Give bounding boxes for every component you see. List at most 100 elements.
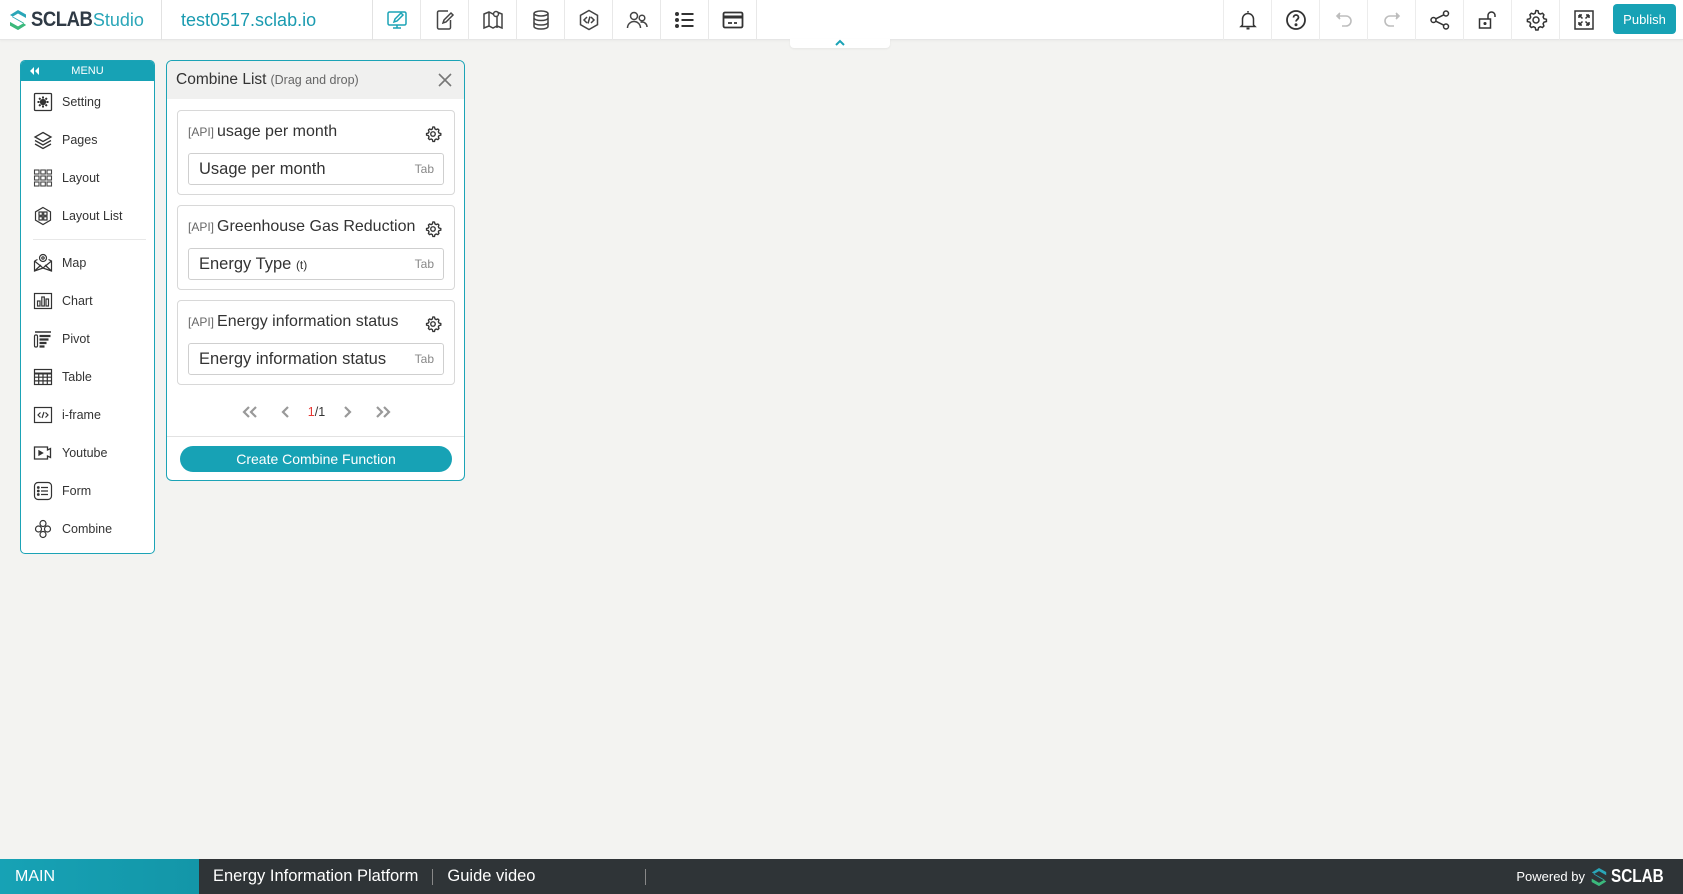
share-button[interactable] <box>1415 0 1463 40</box>
unlock-icon <box>1478 11 1496 29</box>
first-page-button[interactable] <box>239 403 261 421</box>
last-page-button[interactable] <box>372 403 394 421</box>
design-editor-button[interactable] <box>373 0 421 40</box>
menu-item-youtube[interactable]: Youtube <box>21 434 154 472</box>
tab-divider <box>645 868 647 885</box>
menu-item-iframe[interactable]: i-frame <box>21 396 154 434</box>
card-settings-icon[interactable] <box>424 220 442 238</box>
menu-item-label: Table <box>62 370 92 384</box>
notifications-button[interactable] <box>1223 0 1271 40</box>
card-title: [API] Energy information status <box>188 313 418 331</box>
menu-item-label: Layout List <box>62 209 123 223</box>
card-settings-icon[interactable] <box>424 125 442 143</box>
sclab-logo-icon <box>1591 867 1607 886</box>
current-page: 1 <box>307 405 315 419</box>
card-field-value: Usage per month <box>199 160 411 179</box>
top-toolbar: SCLAB Studio test0517.sclab.io Publish <box>0 0 1683 48</box>
form-list-icon <box>33 481 53 501</box>
lock-button[interactable] <box>1463 0 1511 40</box>
menu-item-label: Combine <box>62 522 113 536</box>
billing-button[interactable] <box>709 0 757 40</box>
create-combine-function-button[interactable]: Create Combine Function <box>180 446 452 472</box>
menu-item-combine[interactable]: Combine <box>21 510 154 548</box>
bar-chart-icon <box>33 292 53 310</box>
app-logo[interactable]: SCLAB Studio <box>8 0 162 40</box>
combine-card[interactable]: [API] Energy information status Energy in… <box>177 300 455 385</box>
menu-item-table[interactable]: Table <box>21 358 154 396</box>
prev-page-button[interactable] <box>275 403 297 421</box>
redo-icon <box>1383 12 1400 27</box>
monitor-pen-icon <box>386 11 407 29</box>
menu-item-form[interactable]: Form <box>21 472 154 510</box>
next-page-button[interactable] <box>336 403 358 421</box>
project-domain[interactable]: test0517.sclab.io <box>162 0 373 40</box>
api-tag: [API] <box>188 220 215 234</box>
menu-item-label: Pages <box>62 133 98 147</box>
card-field-value: Energy Type (t) <box>199 255 411 274</box>
help-button[interactable] <box>1271 0 1319 40</box>
menu-item-layout[interactable]: Layout <box>21 159 154 197</box>
settings-button[interactable] <box>1511 0 1559 40</box>
credit-card-icon <box>722 11 743 29</box>
bell-icon <box>1238 11 1257 30</box>
field-value-text: Energy information status <box>199 349 387 368</box>
database-button[interactable] <box>517 0 565 40</box>
code-button[interactable] <box>565 0 613 40</box>
menu-item-label: Pivot <box>62 332 90 346</box>
close-icon[interactable] <box>436 71 454 89</box>
menu-item-layout-list[interactable]: Layout List <box>21 197 154 235</box>
menu-item-map[interactable]: Map <box>21 244 154 282</box>
field-value-unit: (t) <box>295 257 308 272</box>
card-settings-icon[interactable] <box>424 315 442 333</box>
menu-item-label: Setting <box>62 95 101 109</box>
powered-by-label: Powered by <box>1516 869 1585 884</box>
list-button[interactable] <box>661 0 709 40</box>
api-tag: [API] <box>188 315 215 329</box>
undo-icon <box>1335 12 1352 27</box>
menu-item-chart[interactable]: Chart <box>21 282 154 320</box>
users-icon <box>626 11 648 29</box>
panel-header: Combine List (Drag and drop) <box>167 61 464 99</box>
page-tab-energy-information-platform[interactable]: Energy Information Platform <box>199 867 432 886</box>
menu-item-label: i-frame <box>62 408 101 422</box>
card-field[interactable]: Energy information status Tab <box>188 343 444 375</box>
product-name: Studio <box>92 9 144 30</box>
menu-divider <box>33 239 146 240</box>
redo-button[interactable] <box>1367 0 1415 40</box>
page-tab-guide-video[interactable]: Guide video <box>433 867 549 886</box>
collapse-menu-icon[interactable] <box>27 64 41 78</box>
code-hexagon-icon <box>579 9 598 31</box>
field-value-text: Usage per month <box>199 159 326 178</box>
users-button[interactable] <box>613 0 661 40</box>
table-icon <box>33 368 53 386</box>
undo-button[interactable] <box>1319 0 1367 40</box>
combine-card[interactable]: [API] usage per month Usage per month Tab <box>177 110 455 195</box>
help-circle-icon <box>1285 10 1306 30</box>
chevron-right-icon <box>344 406 352 418</box>
menu-item-pages[interactable]: Pages <box>21 121 154 159</box>
panel-subtitle: (Drag and drop) <box>270 73 359 87</box>
menu-item-label: Youtube <box>62 446 108 460</box>
map-button[interactable] <box>469 0 517 40</box>
code-box-icon <box>33 406 53 424</box>
mobile-pen-icon <box>436 10 454 30</box>
mobile-editor-button[interactable] <box>421 0 469 40</box>
page-tab-main[interactable]: MAIN <box>0 859 199 894</box>
menu-item-label: Layout <box>62 171 100 185</box>
combine-card[interactable]: [API] Greenhouse Gas Reduction Energy Typ… <box>177 205 455 290</box>
api-tag: [API] <box>188 125 215 139</box>
collapse-toolbar-tab[interactable] <box>790 39 890 48</box>
card-title: [API] usage per month <box>188 123 418 141</box>
card-field[interactable]: Usage per month Tab <box>188 153 444 185</box>
menu-item-setting[interactable]: Setting <box>21 83 154 121</box>
pagination: 1/1 <box>167 401 464 423</box>
menu-item-pivot[interactable]: Pivot <box>21 320 154 358</box>
card-field[interactable]: Energy Type (t) Tab <box>188 248 444 280</box>
field-value-text: Energy Type <box>199 254 292 273</box>
fullscreen-button[interactable] <box>1559 0 1607 40</box>
combine-list-panel: Combine List (Drag and drop) [API] usage … <box>166 60 465 481</box>
video-icon <box>33 446 52 460</box>
publish-button[interactable]: Publish <box>1613 4 1676 34</box>
menu-item-label: Form <box>62 484 92 498</box>
total-pages: /1 <box>314 405 326 419</box>
